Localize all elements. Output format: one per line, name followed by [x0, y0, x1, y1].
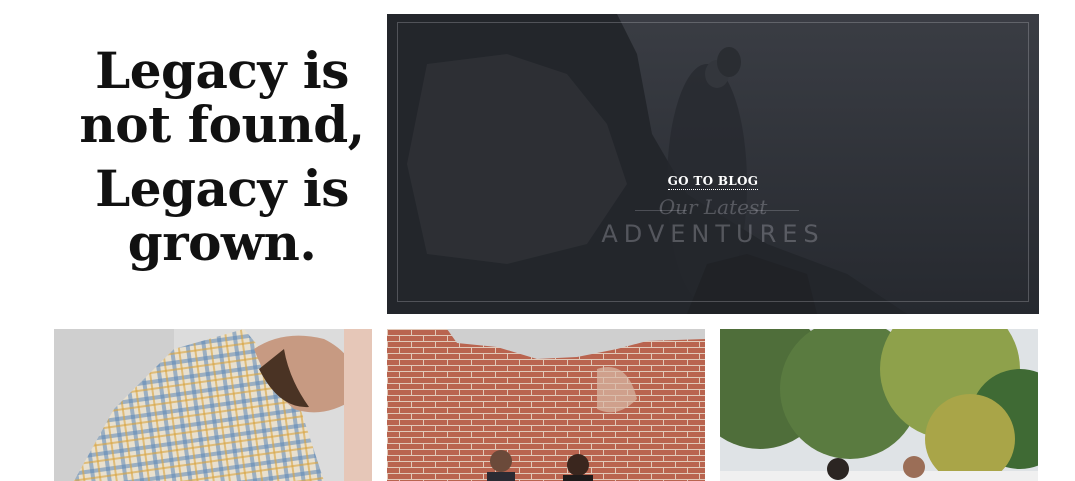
gallery-image-2: [387, 329, 705, 481]
gallery-image-3: [720, 329, 1038, 481]
gallery-thumb-2[interactable]: [387, 329, 705, 481]
blog-feature-card[interactable]: GO TO BLOG Our Latest ADVENTURES: [387, 14, 1039, 314]
quote-line-3: Legacy is: [95, 159, 349, 218]
blog-feature-image: [387, 14, 1039, 314]
go-to-blog-wrapper: GO TO BLOG: [387, 170, 1039, 190]
hero-title-text: ADVENTURES: [601, 220, 825, 248]
hero-quote: Legacy is not found, Legacy is grown.: [62, 44, 382, 270]
go-to-blog-link[interactable]: GO TO BLOG: [667, 174, 759, 190]
hero-script-text: Our Latest: [658, 195, 768, 219]
gallery-image-1: [54, 329, 372, 481]
quote-line-2: not found,: [79, 95, 365, 154]
gallery-thumb-3[interactable]: [720, 329, 1038, 481]
gallery-thumb-1[interactable]: [54, 329, 372, 481]
quote-line-4: grown.: [127, 213, 317, 272]
quote-line-1: Legacy is: [95, 41, 349, 100]
rule-right: [747, 210, 799, 211]
